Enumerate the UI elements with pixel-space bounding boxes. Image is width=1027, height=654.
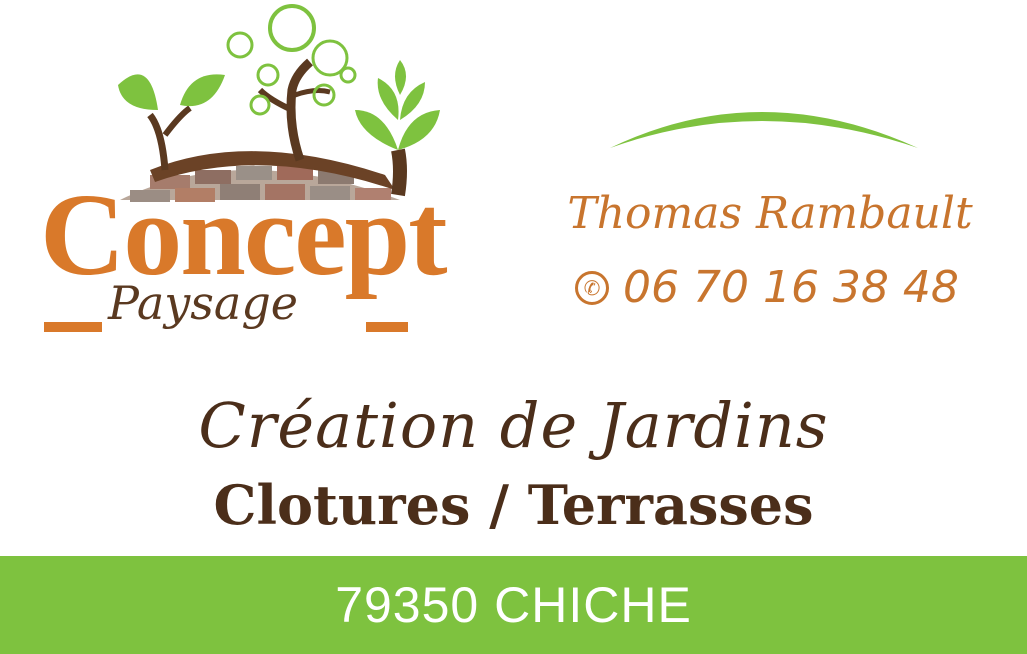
brand-underline-left [44,322,102,332]
phone-icon: ✆ [575,271,609,305]
brand-subtitle: Paysage [108,276,298,330]
contact-phone-row: ✆ 06 70 16 38 48 [575,266,959,310]
logo: Concept Paysage [30,0,490,370]
footer-bar: 79350 CHICHE [0,556,1027,654]
green-arc-decoration [610,112,918,148]
business-card: Concept Paysage Thomas Rambault ✆ 06 70 … [0,0,1027,654]
contact-phone: 06 70 16 38 48 [623,262,959,313]
footer-location: 79350 CHICHE [335,577,692,633]
center-tree-icon [226,4,357,162]
tagline-fences-terraces: Clotures / Terrasses [213,473,814,537]
tagline-gardens: Création de Jardins [198,389,829,462]
contact-name: Thomas Rambault [567,188,973,239]
brand-underline-right [366,322,408,332]
